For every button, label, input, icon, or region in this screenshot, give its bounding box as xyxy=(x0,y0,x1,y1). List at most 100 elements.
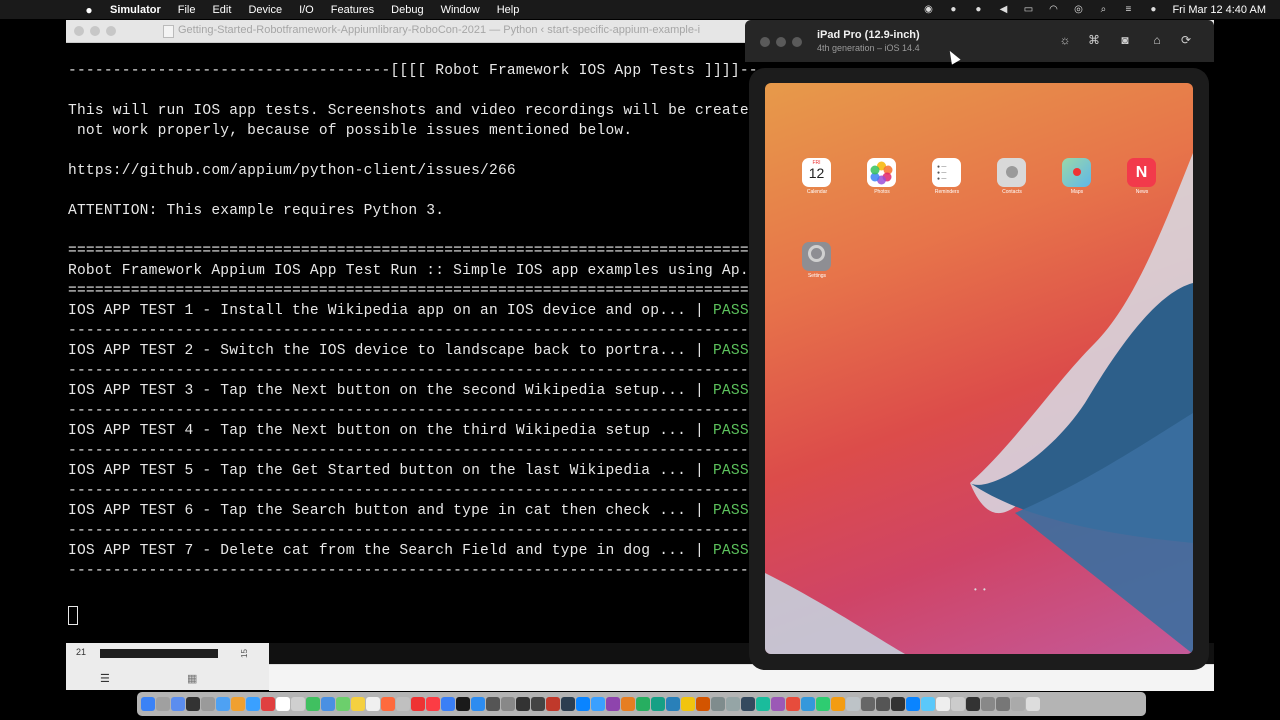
dock-app-icon[interactable] xyxy=(981,697,995,711)
dock-app-icon[interactable] xyxy=(156,697,170,711)
dock-app-icon[interactable] xyxy=(246,697,260,711)
dock-app-icon[interactable] xyxy=(741,697,755,711)
dock-app-icon[interactable] xyxy=(786,697,800,711)
zoom-button[interactable] xyxy=(106,26,116,36)
dock-app-icon[interactable] xyxy=(951,697,965,711)
photos-app-icon[interactable] xyxy=(867,158,896,187)
rotate-icon[interactable]: ⟳ xyxy=(1179,33,1193,47)
home-icon[interactable]: ⌂ xyxy=(1150,33,1164,47)
dock-app-icon[interactable] xyxy=(516,697,530,711)
dock-app-icon[interactable] xyxy=(471,697,485,711)
dock-app-icon[interactable] xyxy=(891,697,905,711)
minimize-button[interactable] xyxy=(90,26,100,36)
dock-app-icon[interactable] xyxy=(771,697,785,711)
dock-app-icon[interactable] xyxy=(651,697,665,711)
close-button[interactable] xyxy=(74,26,84,36)
dock-app-icon[interactable] xyxy=(276,697,290,711)
dock-app-icon[interactable] xyxy=(756,697,770,711)
dock-app-icon[interactable] xyxy=(381,697,395,711)
dock-app-icon[interactable] xyxy=(606,697,620,711)
maps-app-icon[interactable] xyxy=(1062,158,1091,187)
search-icon[interactable]: ⌕ xyxy=(1097,4,1109,15)
dock-app-icon[interactable] xyxy=(876,697,890,711)
dock-app-icon[interactable] xyxy=(441,697,455,711)
dock-app-icon[interactable] xyxy=(906,697,920,711)
dock-app-icon[interactable] xyxy=(921,697,935,711)
dock-app-icon[interactable] xyxy=(846,697,860,711)
dock-app-icon[interactable] xyxy=(621,697,635,711)
menu-app-name[interactable]: Simulator xyxy=(110,4,161,16)
menu-debug[interactable]: Debug xyxy=(391,4,423,16)
dock-app-icon[interactable] xyxy=(666,697,680,711)
dock-app-icon[interactable] xyxy=(546,697,560,711)
contacts-app-icon[interactable] xyxy=(997,158,1026,187)
dock-app-icon[interactable] xyxy=(216,697,230,711)
wifi-icon[interactable]: ◠ xyxy=(1047,4,1059,15)
dock-app-icon[interactable] xyxy=(636,697,650,711)
dock-app-icon[interactable] xyxy=(996,697,1010,711)
battery-icon[interactable]: ▭ xyxy=(1022,4,1034,15)
dock-app-icon[interactable] xyxy=(351,697,365,711)
dock-app-icon[interactable] xyxy=(141,697,155,711)
dock-app-icon[interactable] xyxy=(171,697,185,711)
page-indicator[interactable]: • • xyxy=(974,585,988,594)
menu-io[interactable]: I/O xyxy=(299,4,314,16)
sim-minimize-button[interactable] xyxy=(776,37,786,47)
dock-app-icon[interactable] xyxy=(696,697,710,711)
user-icon[interactable]: ◎ xyxy=(1072,4,1084,15)
ipad-home-screen[interactable]: FRI 12 Calendar Photos ● — ● — ● — Reminde… xyxy=(765,83,1193,654)
dock-app-icon[interactable] xyxy=(711,697,725,711)
list-view-icon[interactable]: ☰ xyxy=(100,672,110,685)
record-icon[interactable]: ◉ xyxy=(922,4,934,15)
dock-app-icon[interactable] xyxy=(501,697,515,711)
dock-app-icon[interactable] xyxy=(306,697,320,711)
shortcuts-icon[interactable]: ⌘ xyxy=(1087,33,1101,47)
siri-icon[interactable]: ● xyxy=(1147,4,1159,15)
menu-file[interactable]: File xyxy=(178,4,196,16)
dock-app-icon[interactable] xyxy=(801,697,815,711)
dock-app-icon[interactable] xyxy=(486,697,500,711)
dock-app-icon[interactable] xyxy=(576,697,590,711)
simulator-title-bar[interactable]: iPad Pro (12.9-inch) 4th generation – iO… xyxy=(745,20,1214,62)
dock-app-icon[interactable] xyxy=(456,697,470,711)
dock-app-icon[interactable] xyxy=(1011,697,1025,711)
settings-app-icon[interactable] xyxy=(802,242,831,271)
dock-app-icon[interactable] xyxy=(561,697,575,711)
calendar-app-icon[interactable]: FRI 12 xyxy=(802,158,831,187)
dock-app-icon[interactable] xyxy=(591,697,605,711)
dock-app-icon[interactable] xyxy=(861,697,875,711)
dock-app-icon[interactable] xyxy=(426,697,440,711)
dock-app-icon[interactable] xyxy=(966,697,980,711)
dock-app-icon[interactable] xyxy=(201,697,215,711)
minimap-thumbnail[interactable] xyxy=(100,649,218,658)
dock-app-icon[interactable] xyxy=(681,697,695,711)
menu-help[interactable]: Help xyxy=(497,4,520,16)
menu-window[interactable]: Window xyxy=(441,4,480,16)
grid-view-icon[interactable]: ▦ xyxy=(187,672,197,685)
brightness-icon[interactable]: ☼ xyxy=(1058,33,1072,47)
dock-app-icon[interactable] xyxy=(531,697,545,711)
dock-app-icon[interactable] xyxy=(816,697,830,711)
dock-app-icon[interactable] xyxy=(321,697,335,711)
dock-app-icon[interactable] xyxy=(396,697,410,711)
sim-zoom-button[interactable] xyxy=(792,37,802,47)
volume-icon[interactable]: ◀ xyxy=(997,4,1009,15)
sim-close-button[interactable] xyxy=(760,37,770,47)
dock-app-icon[interactable] xyxy=(336,697,350,711)
dock-app-icon[interactable] xyxy=(1026,697,1040,711)
dock-app-icon[interactable] xyxy=(726,697,740,711)
dock-app-icon[interactable] xyxy=(186,697,200,711)
app-status-icon[interactable]: ● xyxy=(947,4,959,15)
screenshot-icon[interactable]: ◙ xyxy=(1118,33,1132,47)
dock-app-icon[interactable] xyxy=(231,697,245,711)
dock-app-icon[interactable] xyxy=(936,697,950,711)
control-center-icon[interactable]: ≡ xyxy=(1122,4,1134,15)
menu-edit[interactable]: Edit xyxy=(212,4,231,16)
menu-device[interactable]: Device xyxy=(248,4,282,16)
apple-menu-icon[interactable]: ● xyxy=(80,3,98,17)
reminders-app-icon[interactable]: ● — ● — ● — xyxy=(932,158,961,187)
dock-app-icon[interactable] xyxy=(831,697,845,711)
dock-app-icon[interactable] xyxy=(291,697,305,711)
dock-app-icon[interactable] xyxy=(366,697,380,711)
clock[interactable]: Fri Mar 12 4:40 AM xyxy=(1172,4,1266,16)
